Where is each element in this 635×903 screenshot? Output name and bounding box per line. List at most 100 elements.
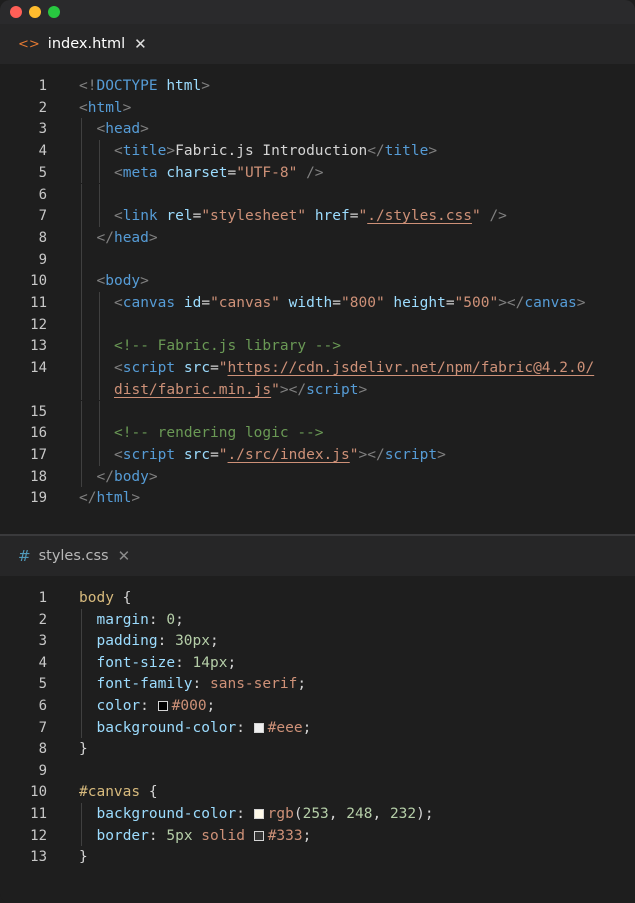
code-text: padding: 30px; bbox=[97, 630, 219, 652]
indent-guide bbox=[98, 161, 100, 184]
line-number: 9 bbox=[38, 251, 47, 268]
indent-guide bbox=[98, 140, 100, 162]
code-text: <!-- rendering logic --> bbox=[114, 422, 324, 444]
line-number: 8 bbox=[38, 741, 47, 758]
token: : bbox=[148, 611, 167, 628]
token: " bbox=[218, 360, 228, 377]
indent-guide bbox=[81, 183, 82, 206]
tab-label: styles.css bbox=[38, 548, 109, 564]
line-number: 16 bbox=[30, 425, 47, 442]
line-number: 7 bbox=[38, 719, 47, 736]
html-code-editor[interactable]: 1 <!DOCTYPE html> 2 <html> 3 <head> 4 <title>Fa… bbox=[0, 64, 635, 534]
line-number: 4 bbox=[38, 143, 47, 160]
token: < bbox=[96, 273, 106, 290]
indent-guide bbox=[81, 118, 82, 141]
token: ; bbox=[210, 633, 219, 650]
token: ./src/index.js bbox=[227, 446, 350, 463]
token: #canvas bbox=[79, 784, 141, 801]
indent-guide bbox=[81, 335, 82, 358]
token: > bbox=[140, 273, 149, 290]
line-number: 12 bbox=[30, 316, 47, 333]
token: head bbox=[105, 121, 141, 138]
indent-guide bbox=[81, 716, 82, 739]
close-window-button[interactable] bbox=[10, 6, 22, 18]
indent-guide bbox=[81, 226, 82, 249]
color-swatch[interactable] bbox=[253, 809, 264, 819]
token: script bbox=[122, 446, 176, 463]
token: body bbox=[113, 468, 149, 485]
close-tab-icon[interactable]: ✕ bbox=[134, 36, 147, 52]
code-text: </html> bbox=[79, 487, 140, 509]
token: ); bbox=[416, 806, 434, 822]
code-text: <script src="https://cdn.jsdelivr.net/np… bbox=[114, 357, 594, 379]
token: /> bbox=[489, 208, 507, 225]
token: meta bbox=[122, 164, 158, 181]
token: > bbox=[140, 121, 149, 138]
indent-guide bbox=[81, 313, 82, 336]
line-number: 7 bbox=[38, 208, 47, 225]
token: , bbox=[372, 806, 390, 822]
line-number: 13 bbox=[30, 849, 47, 866]
token: <!-- rendering logic --> bbox=[114, 425, 324, 442]
token: 5px bbox=[166, 827, 193, 844]
token: margin bbox=[96, 611, 149, 628]
token: "stylesheet" bbox=[201, 208, 307, 225]
tab-index-html[interactable]: <> index.html ✕ bbox=[0, 24, 147, 64]
token: } bbox=[79, 849, 88, 866]
indent-guide bbox=[98, 292, 100, 314]
code-text: <script src="./src/index.js"></script> bbox=[114, 444, 446, 466]
tab-styles-css[interactable]: # styles.css ✕ bbox=[0, 536, 130, 576]
indent-guide bbox=[81, 443, 82, 466]
token: title bbox=[384, 143, 429, 160]
css-code-editor[interactable]: 1 body {2 margin: 0; 3 padding: 30px; 4 font-s… bbox=[0, 576, 635, 901]
token: " bbox=[358, 208, 368, 225]
token: html bbox=[166, 78, 202, 94]
token: > bbox=[428, 143, 438, 160]
token: < bbox=[114, 164, 123, 181]
line-number: 12 bbox=[30, 827, 47, 844]
token: = bbox=[332, 295, 342, 311]
token: = bbox=[445, 295, 455, 311]
token: script bbox=[306, 381, 359, 398]
token: solid bbox=[201, 827, 245, 844]
token: : bbox=[140, 698, 158, 714]
indent-guide bbox=[81, 357, 82, 379]
token: ></ bbox=[358, 446, 385, 463]
color-swatch[interactable] bbox=[253, 722, 264, 733]
line-number: 2 bbox=[38, 99, 47, 116]
minimize-window-button[interactable] bbox=[29, 6, 41, 18]
token: 30px bbox=[175, 633, 210, 650]
token: "800" bbox=[341, 295, 385, 311]
indent-guide bbox=[81, 651, 82, 674]
token: "500" bbox=[454, 295, 499, 311]
code-text: <title>Fabric.js Introduction</title> bbox=[114, 140, 437, 162]
token: : bbox=[236, 719, 254, 736]
close-tab-icon[interactable]: ✕ bbox=[118, 548, 131, 564]
token: background-color bbox=[96, 719, 237, 736]
token: ; bbox=[227, 654, 237, 671]
token: ( bbox=[293, 806, 303, 822]
token: { bbox=[140, 784, 158, 801]
token: = bbox=[201, 295, 211, 311]
line-number: 10 bbox=[30, 784, 47, 801]
token: rel bbox=[166, 208, 193, 225]
token: " bbox=[471, 208, 481, 225]
indent-guide bbox=[81, 673, 82, 695]
token: DOCTYPE bbox=[96, 78, 158, 94]
maximize-window-button[interactable] bbox=[48, 6, 60, 18]
line-number: 5 bbox=[38, 164, 47, 181]
token: /> bbox=[306, 164, 324, 181]
token: : bbox=[157, 633, 176, 650]
indent-guide bbox=[81, 400, 82, 423]
token: <! bbox=[79, 78, 97, 94]
token: id bbox=[183, 295, 202, 311]
line-number: 18 bbox=[30, 468, 47, 485]
html-pane-tabbar: <> index.html ✕ bbox=[0, 24, 635, 64]
token: background-color bbox=[96, 806, 237, 822]
color-swatch[interactable] bbox=[253, 830, 264, 841]
indent-guide bbox=[98, 205, 100, 227]
color-swatch[interactable] bbox=[157, 701, 168, 711]
token: ; bbox=[297, 676, 307, 693]
